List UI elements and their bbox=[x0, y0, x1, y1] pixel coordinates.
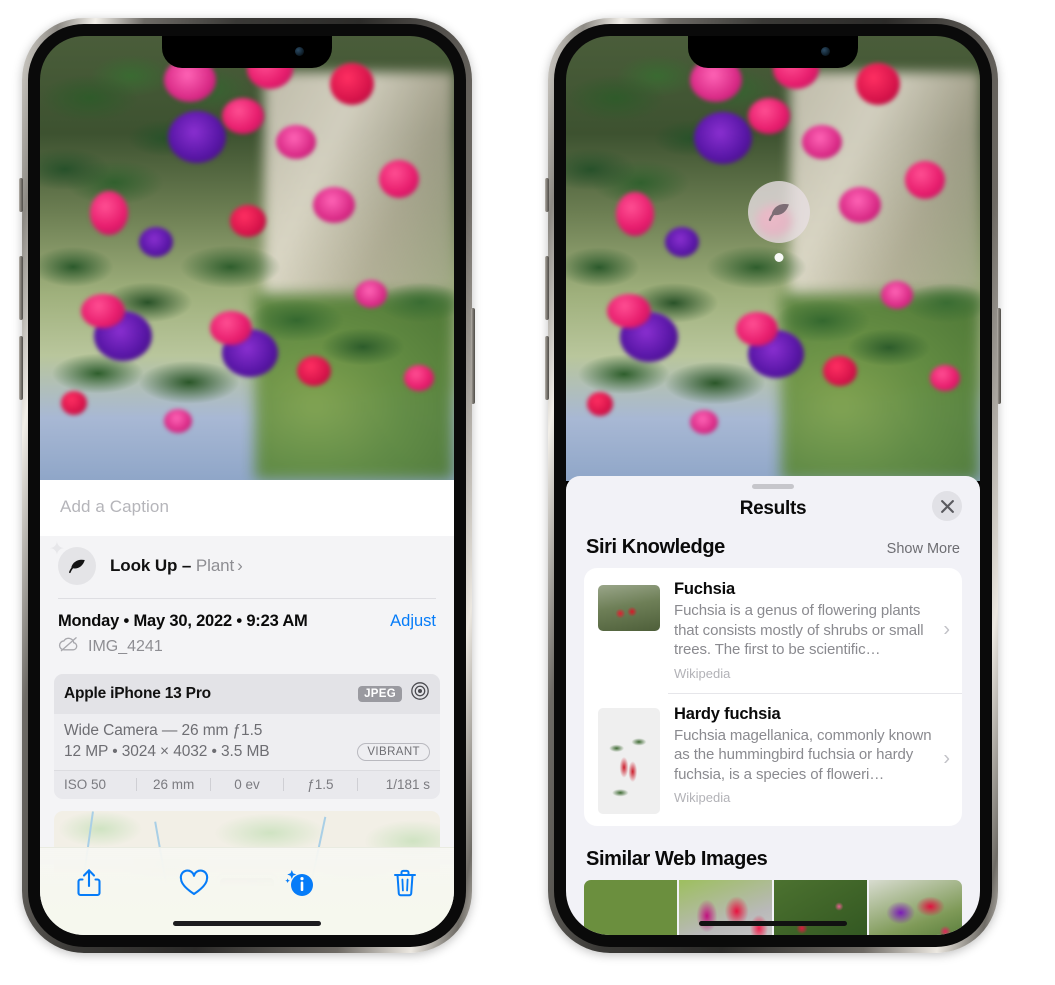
volume-up-left[interactable] bbox=[19, 256, 23, 320]
result-title: Fuchsia bbox=[674, 580, 735, 598]
result-body: Hardy fuchsia Fuchsia magellanica, commo… bbox=[660, 705, 952, 806]
caption-input[interactable]: Add a Caption bbox=[40, 480, 454, 536]
camera-details-card[interactable]: Apple iPhone 13 Pro JPEG Wide Camera — 2… bbox=[54, 674, 440, 799]
power-button-left[interactable] bbox=[471, 308, 475, 404]
home-indicator-right[interactable] bbox=[699, 921, 847, 926]
cloud-slash-icon bbox=[58, 636, 80, 657]
web-image-thumbnail[interactable] bbox=[584, 879, 677, 935]
power-button-right[interactable] bbox=[997, 308, 1001, 404]
result-description: Fuchsia magellanica, commonly known as t… bbox=[674, 726, 932, 783]
photo-info-panel: Add a Caption ✦ Look Up – Plant › Monday… bbox=[40, 480, 454, 935]
stat-shutter: 1/181 s bbox=[385, 777, 431, 792]
right-phone-screen: Results Siri Knowledge Show More Fuchsia… bbox=[566, 36, 980, 935]
result-description: Fuchsia is a genus of flowering plants t… bbox=[674, 602, 924, 658]
leaf-icon bbox=[768, 203, 789, 222]
list-item[interactable]: Fuchsia Fuchsia is a genus of flowering … bbox=[584, 568, 962, 693]
section-title-siri-knowledge: Siri Knowledge bbox=[586, 536, 725, 558]
file-format-badge: JPEG bbox=[358, 685, 402, 702]
notch-right bbox=[688, 36, 858, 68]
adjust-button[interactable]: Adjust bbox=[390, 612, 436, 631]
list-item[interactable]: Hardy fuchsia Fuchsia magellanica, commo… bbox=[584, 692, 962, 826]
result-thumbnail bbox=[598, 585, 660, 631]
result-title: Hardy fuchsia bbox=[674, 704, 781, 723]
lens-icon bbox=[410, 681, 430, 706]
volume-up-right[interactable] bbox=[545, 256, 549, 320]
result-source: Wikipedia bbox=[674, 790, 731, 805]
favorite-button[interactable] bbox=[171, 860, 217, 906]
volume-down-right[interactable] bbox=[545, 336, 549, 400]
photo-viewer-left[interactable] bbox=[40, 36, 454, 480]
camera-stats-row: ISO 50 26 mm 0 ev ƒ1.5 1/181 s bbox=[54, 770, 440, 799]
camera-lens-line: Wide Camera — 26 mm ƒ1.5 bbox=[64, 722, 263, 739]
metadata-header-row: Monday • May 30, 2022 • 9:23 AM Adjust bbox=[58, 612, 436, 631]
photo-date: Monday • May 30, 2022 • 9:23 AM bbox=[58, 612, 308, 630]
web-image-thumbnail[interactable] bbox=[679, 879, 772, 935]
delete-button[interactable] bbox=[382, 860, 428, 906]
front-camera-left bbox=[295, 47, 304, 56]
info-button[interactable] bbox=[277, 860, 323, 906]
mute-switch-right[interactable] bbox=[545, 178, 549, 212]
sparkle-icon: ✦ bbox=[49, 539, 65, 560]
photo-metadata: Monday • May 30, 2022 • 9:23 AM Adjust I… bbox=[40, 599, 454, 665]
mute-switch-left[interactable] bbox=[19, 178, 23, 212]
filename-row: IMG_4241 bbox=[58, 636, 436, 657]
camera-size-line: 12 MP • 3024 × 4032 • 3.5 MB bbox=[64, 743, 270, 760]
close-icon bbox=[940, 499, 954, 513]
photographic-style-badge: VIBRANT bbox=[357, 743, 430, 761]
left-phone-screen: Add a Caption ✦ Look Up – Plant › Monday… bbox=[40, 36, 454, 935]
siri-knowledge-list: Fuchsia Fuchsia is a genus of flowering … bbox=[584, 568, 962, 826]
camera-device-name: Apple iPhone 13 Pro bbox=[64, 684, 211, 702]
chevron-right-icon: › bbox=[943, 747, 950, 770]
leaf-icon: ✦ bbox=[49, 540, 96, 585]
look-up-subject: Plant bbox=[195, 556, 235, 575]
volume-down-left[interactable] bbox=[19, 336, 23, 400]
camera-card-header: Apple iPhone 13 Pro JPEG bbox=[54, 674, 440, 714]
look-up-anchor-dot bbox=[774, 253, 784, 262]
look-up-label: Look Up – bbox=[110, 556, 192, 575]
camera-card-body: Wide Camera — 26 mm ƒ1.5 12 MP • 3024 × … bbox=[54, 714, 440, 770]
stat-ev: 0 ev bbox=[234, 777, 260, 792]
notch-left bbox=[162, 36, 332, 68]
sheet-header: Results bbox=[566, 489, 980, 536]
result-thumbnail bbox=[598, 707, 660, 814]
photo-flowers bbox=[566, 36, 980, 481]
screenshot-canvas: Add a Caption ✦ Look Up – Plant › Monday… bbox=[0, 0, 1055, 985]
photo-filename: IMG_4241 bbox=[88, 637, 163, 655]
camera-size-row: 12 MP • 3024 × 4032 • 3.5 MB VIBRANT bbox=[64, 743, 430, 761]
similar-web-images-row[interactable] bbox=[566, 879, 980, 935]
caption-placeholder-text: Add a Caption bbox=[60, 497, 170, 516]
close-button[interactable] bbox=[932, 491, 962, 521]
similar-web-images-header: Similar Web Images bbox=[566, 826, 980, 880]
siri-knowledge-header: Siri Knowledge Show More bbox=[566, 536, 980, 568]
chevron-right-icon: › bbox=[943, 618, 950, 641]
web-image-thumbnail[interactable] bbox=[869, 879, 962, 935]
camera-header-badges: JPEG bbox=[358, 681, 430, 706]
sheet-title: Results bbox=[739, 498, 807, 519]
look-up-row[interactable]: ✦ Look Up – Plant › bbox=[40, 536, 454, 598]
left-phone-device: Add a Caption ✦ Look Up – Plant › Monday… bbox=[19, 18, 475, 953]
section-title-similar-web-images: Similar Web Images bbox=[586, 847, 768, 870]
stat-aperture: ƒ1.5 bbox=[307, 777, 334, 792]
photo-flowers bbox=[40, 36, 454, 480]
look-up-label-group: Look Up – Plant › bbox=[110, 556, 243, 576]
photo-viewer-right[interactable] bbox=[566, 36, 980, 481]
share-button[interactable] bbox=[66, 860, 112, 906]
results-sheet: Results Siri Knowledge Show More Fuchsia… bbox=[566, 476, 980, 935]
web-image-thumbnail[interactable] bbox=[774, 879, 867, 935]
right-phone-device: Results Siri Knowledge Show More Fuchsia… bbox=[545, 18, 1001, 953]
front-camera-right bbox=[821, 47, 830, 56]
stat-focal: 26 mm bbox=[152, 777, 195, 792]
chevron-right-icon: › bbox=[237, 556, 243, 575]
home-indicator-left[interactable] bbox=[173, 921, 321, 926]
result-body: Fuchsia Fuchsia is a genus of flowering … bbox=[660, 580, 952, 681]
show-more-button[interactable]: Show More bbox=[887, 541, 960, 557]
stat-iso: ISO 50 bbox=[64, 777, 107, 792]
look-up-bubble[interactable] bbox=[748, 181, 810, 262]
result-source: Wikipedia bbox=[674, 665, 731, 681]
